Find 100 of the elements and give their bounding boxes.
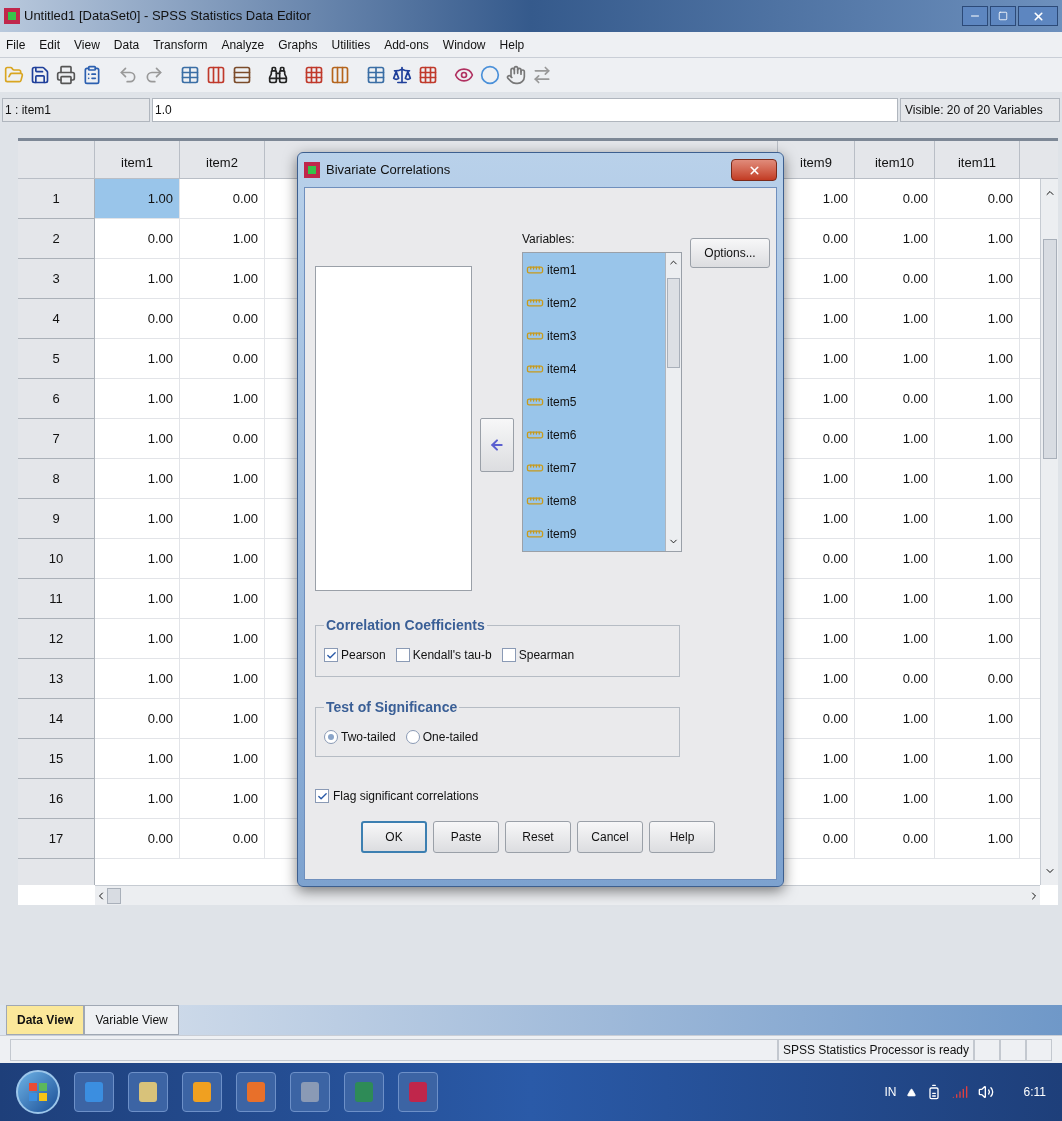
table-icon[interactable]	[366, 65, 386, 85]
table-cell: 1.00	[855, 339, 935, 379]
menu-item[interactable]: Utilities	[331, 35, 371, 54]
row-header[interactable]: 4	[18, 299, 95, 339]
rows-icon[interactable]	[232, 65, 252, 85]
maximize-button[interactable]	[990, 6, 1016, 26]
circle-icon[interactable]	[480, 65, 500, 85]
close-button[interactable]	[731, 159, 777, 181]
redo-icon[interactable]	[144, 65, 164, 85]
save-icon[interactable]	[30, 65, 50, 85]
checkbox[interactable]	[501, 648, 516, 662]
column-header[interactable]: item10	[855, 141, 935, 179]
table-cell: 1.00	[935, 299, 1020, 339]
column-header[interactable]: item2	[180, 141, 265, 179]
taskbar-app-icon[interactable]	[398, 1072, 438, 1112]
row-header[interactable]: 15	[18, 739, 95, 779]
triangle-icon[interactable]	[906, 1087, 916, 1097]
cell-value-field[interactable]: 1.0	[152, 98, 898, 122]
scrollbar-thumb[interactable]	[1042, 239, 1057, 459]
dialog-button[interactable]: Reset	[505, 821, 571, 853]
start-button[interactable]	[16, 1070, 60, 1114]
columns-icon[interactable]	[330, 65, 350, 85]
taskbar-app-icon[interactable]	[182, 1072, 222, 1112]
scrollbar-thumb[interactable]	[667, 278, 680, 368]
columns-icon[interactable]	[206, 65, 226, 85]
row-header[interactable]: 14	[18, 699, 95, 739]
row-header[interactable]: 10	[18, 539, 95, 579]
taskbar-app-icon[interactable]	[344, 1072, 384, 1112]
table-cell: 1.00	[935, 259, 1020, 299]
clipboard-icon[interactable]	[82, 65, 102, 85]
minimize-button[interactable]	[962, 6, 988, 26]
menu-item[interactable]: File	[6, 35, 26, 54]
menu-item[interactable]: Help	[499, 35, 525, 54]
menu-item[interactable]: Edit	[39, 35, 61, 54]
clock[interactable]: 6:11	[1023, 1083, 1046, 1101]
tab[interactable]: Variable View	[84, 1005, 179, 1035]
table-icon[interactable]	[180, 65, 200, 85]
table-cell: 0.00	[855, 179, 935, 219]
row-header[interactable]: 5	[18, 339, 95, 379]
scrollbar-thumb[interactable]	[107, 887, 121, 904]
maximize-icon	[998, 11, 1008, 21]
dialog-button[interactable]: OK	[361, 821, 427, 853]
row-header[interactable]: 9	[18, 499, 95, 539]
app-icon	[4, 8, 20, 24]
column-header[interactable]: item11	[935, 141, 1020, 179]
hand-icon[interactable]	[506, 65, 526, 85]
row-header[interactable]: 12	[18, 619, 95, 659]
menu-item[interactable]: Analyze	[221, 35, 265, 54]
grid-icon[interactable]	[418, 65, 438, 85]
row-header[interactable]: 6	[18, 379, 95, 419]
menu-item[interactable]: Graphs	[278, 35, 318, 54]
menu-item[interactable]: Transform	[153, 35, 208, 54]
checked-checkbox[interactable]	[324, 648, 338, 662]
menu-item[interactable]: View	[74, 35, 100, 54]
table-cell: 1.00	[855, 299, 935, 339]
dialog-button[interactable]: Paste	[433, 821, 499, 853]
horizontal-scrollbar[interactable]	[95, 885, 1040, 905]
grid-icon[interactable]	[304, 65, 324, 85]
taskbar-app-icon[interactable]	[74, 1072, 114, 1112]
cell-name-field[interactable]: 1 : item1	[2, 98, 150, 122]
tab[interactable]: Data View	[6, 1005, 85, 1035]
row-header[interactable]: 8	[18, 459, 95, 499]
scale-icon[interactable]	[392, 65, 412, 85]
row-header[interactable]: 2	[18, 219, 95, 259]
signal-icon[interactable]	[951, 1084, 968, 1100]
column-header[interactable]: item9	[778, 141, 855, 179]
undo-icon[interactable]	[118, 65, 138, 85]
swap-icon[interactable]	[532, 65, 552, 85]
menu-item[interactable]: Data	[113, 35, 140, 54]
taskbar-app-icon[interactable]	[290, 1072, 330, 1112]
eye-icon[interactable]	[454, 65, 474, 85]
row-header[interactable]: 7	[18, 419, 95, 459]
menu-item[interactable]: Window	[442, 35, 486, 54]
row-header[interactable]: 17	[18, 819, 95, 859]
language-indicator[interactable]: IN	[884, 1083, 897, 1101]
row-header[interactable]: 1	[18, 179, 95, 219]
menu-item[interactable]: Add-ons	[384, 35, 429, 54]
row-header[interactable]: 3	[18, 259, 95, 299]
folder-icon[interactable]	[4, 65, 24, 85]
radio-label: One-tailed	[422, 729, 479, 746]
taskbar-app-icon[interactable]	[128, 1072, 168, 1112]
speaker-icon[interactable]	[977, 1084, 994, 1100]
taskbar-app-icon[interactable]	[236, 1072, 276, 1112]
row-header[interactable]: 13	[18, 659, 95, 699]
dialog-button[interactable]: Cancel	[577, 821, 643, 853]
options-button[interactable]: Options...	[690, 238, 770, 268]
row-header[interactable]: 16	[18, 779, 95, 819]
column-header[interactable]: item1	[95, 141, 180, 179]
checked-checkbox[interactable]	[315, 789, 329, 803]
radio-button[interactable]	[324, 730, 338, 744]
vertical-scrollbar[interactable]	[1040, 179, 1058, 885]
list-scrollbar[interactable]	[665, 253, 681, 551]
radio-button[interactable]	[405, 730, 420, 744]
row-header[interactable]: 11	[18, 579, 95, 619]
printer-icon[interactable]	[56, 65, 76, 85]
close-button[interactable]	[1018, 6, 1058, 26]
dialog-button[interactable]: Help	[649, 821, 715, 853]
binoculars-icon[interactable]	[268, 65, 288, 85]
move-button[interactable]	[480, 418, 514, 472]
checkbox[interactable]	[395, 648, 410, 662]
